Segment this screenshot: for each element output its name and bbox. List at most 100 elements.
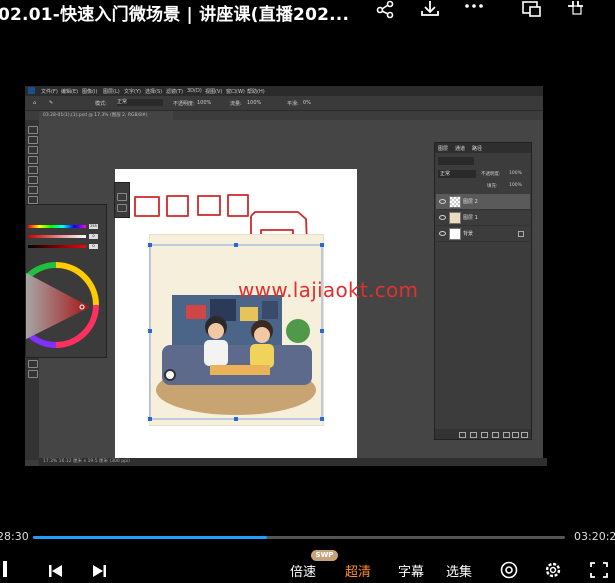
floating-tool-palette — [114, 182, 130, 218]
new-group-icon — [503, 432, 510, 438]
progress-bar[interactable] — [33, 536, 565, 539]
screen-mode-icon — [28, 370, 38, 378]
ps-menu-item: 文件(F) — [41, 89, 58, 95]
ps-menubar: 文件(F) 编辑(E) 图像(I) 图层(L) 文字(Y) 选择(S) 滤镜(T… — [25, 86, 543, 96]
marquee-tool-icon — [28, 136, 38, 144]
ps-menu-item: 编辑(E) — [61, 89, 79, 95]
wand-tool-icon — [28, 156, 38, 164]
color-wheel[interactable] — [26, 257, 102, 357]
ps-menu-item: 3D(D) — [187, 88, 202, 94]
layers-panel: 图层 通道 路径 正常 不透明度: 100% 填充: 100% 图层 2 图层 … — [434, 142, 532, 440]
adjustment-icon — [492, 432, 499, 438]
layer-row[interactable]: 图层 2 — [436, 194, 530, 210]
ps-menu-item: 滤镜(T) — [166, 89, 183, 95]
visibility-eye-icon — [439, 199, 446, 204]
trash-icon — [521, 432, 528, 438]
blue-slider — [28, 245, 86, 248]
layer-name: 图层 1 — [463, 215, 478, 221]
smooth-value: 0% — [303, 100, 311, 106]
layer-thumbnail — [449, 212, 461, 224]
video-frame[interactable]: 文件(F) 编辑(E) 图像(I) 图层(L) 文字(Y) 选择(S) 滤镜(T… — [25, 86, 547, 466]
progress-fill — [33, 536, 268, 539]
crop-tool-icon — [28, 166, 38, 174]
fullscreen-exit-icon[interactable] — [566, 0, 588, 20]
blue-value: 0 — [89, 244, 98, 249]
ps-menu-item: 视图(V) — [205, 89, 223, 95]
ps-menu-item: 选择(S) — [145, 89, 163, 95]
brush-icon: ✎ — [49, 100, 54, 106]
link-layers-icon — [459, 432, 466, 438]
layer-opacity-label: 不透明度: — [481, 172, 501, 177]
tab-channels: 通道 — [455, 146, 466, 152]
layer-name: 图层 2 — [463, 199, 478, 205]
fill-value: 100% — [509, 183, 522, 188]
top-bar: 02.01-快速入门微场景 | 讲座课(直播202... — [0, 0, 615, 26]
share-icon[interactable] — [374, 0, 396, 20]
gear-icon[interactable] — [544, 561, 562, 583]
mode-select: 正常 — [117, 99, 163, 106]
watermark-text: www.lajiaokt.com — [238, 278, 419, 302]
ps-menu-item: 文字(Y) — [124, 89, 141, 95]
layer-opacity-value: 100% — [509, 171, 522, 176]
flow-value: 100% — [247, 100, 262, 106]
red-value: 255 — [89, 224, 98, 229]
tab-paths: 路径 — [472, 146, 483, 152]
ps-logo-icon — [28, 87, 35, 94]
new-layer-icon — [512, 432, 519, 438]
current-time: 28:30 — [0, 530, 29, 543]
player-controls: 28:30 03:20:26 SWP 倍速 超清 字幕 选集 — [0, 525, 615, 582]
speed-button[interactable]: 倍速 — [290, 561, 316, 580]
red-slider — [28, 225, 86, 228]
fx-icon — [470, 432, 477, 438]
green-slider — [28, 235, 86, 238]
opacity-value: 100% — [197, 100, 212, 106]
visibility-eye-icon — [439, 231, 446, 236]
quality-button[interactable]: 超清 — [345, 561, 371, 580]
visibility-eye-icon — [439, 215, 446, 220]
opacity-label: 不透明度: — [173, 101, 195, 107]
ps-menu-item: 帮助(H) — [247, 89, 265, 95]
move-tool-icon — [28, 126, 38, 134]
green-value: 0 — [89, 234, 98, 239]
blend-mode-select: 正常 — [438, 170, 476, 178]
total-time: 03:20:26 — [574, 530, 615, 543]
frame-tool-icon — [28, 176, 38, 184]
ps-menu-item: 图层(L) — [103, 89, 120, 95]
play-pause-icon[interactable] — [3, 561, 7, 577]
layer-filter-select — [438, 157, 474, 165]
ps-options-bar: ⌂ ✎ 模式: 正常 不透明度: 100% 流量: 100% 平滑: 0% — [25, 96, 543, 111]
target-icon[interactable] — [500, 561, 518, 583]
transform-bounding-box[interactable] — [147, 242, 325, 424]
ps-document-tab: 03.28-01(1),(1).psd @ 17.3% (图层 2, RGB/8… — [39, 111, 173, 120]
lock-icon — [518, 231, 524, 237]
more-icon[interactable] — [463, 0, 485, 20]
download-icon[interactable] — [419, 0, 441, 20]
color-panel: 255 0 0 — [25, 204, 107, 358]
home-icon: ⌂ — [33, 100, 37, 106]
episodes-button[interactable]: 选集 — [446, 561, 472, 580]
fullscreen-icon[interactable] — [590, 562, 608, 582]
swp-badge: SWP — [311, 550, 338, 561]
layer-row[interactable]: 图层 1 — [436, 210, 530, 226]
next-icon[interactable] — [91, 563, 107, 582]
layer-name: 背景 — [463, 231, 474, 237]
mode-label: 模式: — [95, 101, 107, 107]
layer-row[interactable]: 背景 — [436, 226, 530, 242]
previous-icon[interactable] — [48, 563, 64, 582]
video-title: 02.01-快速入门微场景 | 讲座课(直播202... — [0, 5, 350, 25]
flow-label: 流量: — [230, 101, 242, 107]
eyedropper-tool-icon — [28, 186, 38, 194]
lasso-tool-icon — [28, 146, 38, 154]
layers-panel-tabs: 图层 通道 路径 — [435, 143, 531, 153]
fill-label: 填充: — [487, 184, 498, 189]
smooth-label: 平滑: — [287, 101, 299, 107]
swap-tool-icon — [117, 204, 127, 212]
edit-toolbar-icon — [28, 360, 38, 368]
heal-tool-icon — [28, 196, 38, 204]
subtitle-button[interactable]: 字幕 — [398, 561, 424, 580]
pen-tool-icon — [117, 193, 127, 201]
pip-icon[interactable] — [521, 0, 543, 20]
layer-thumbnail — [449, 228, 461, 240]
layer-thumbnail — [449, 196, 461, 208]
ps-menu-item: 图像(I) — [82, 89, 98, 95]
